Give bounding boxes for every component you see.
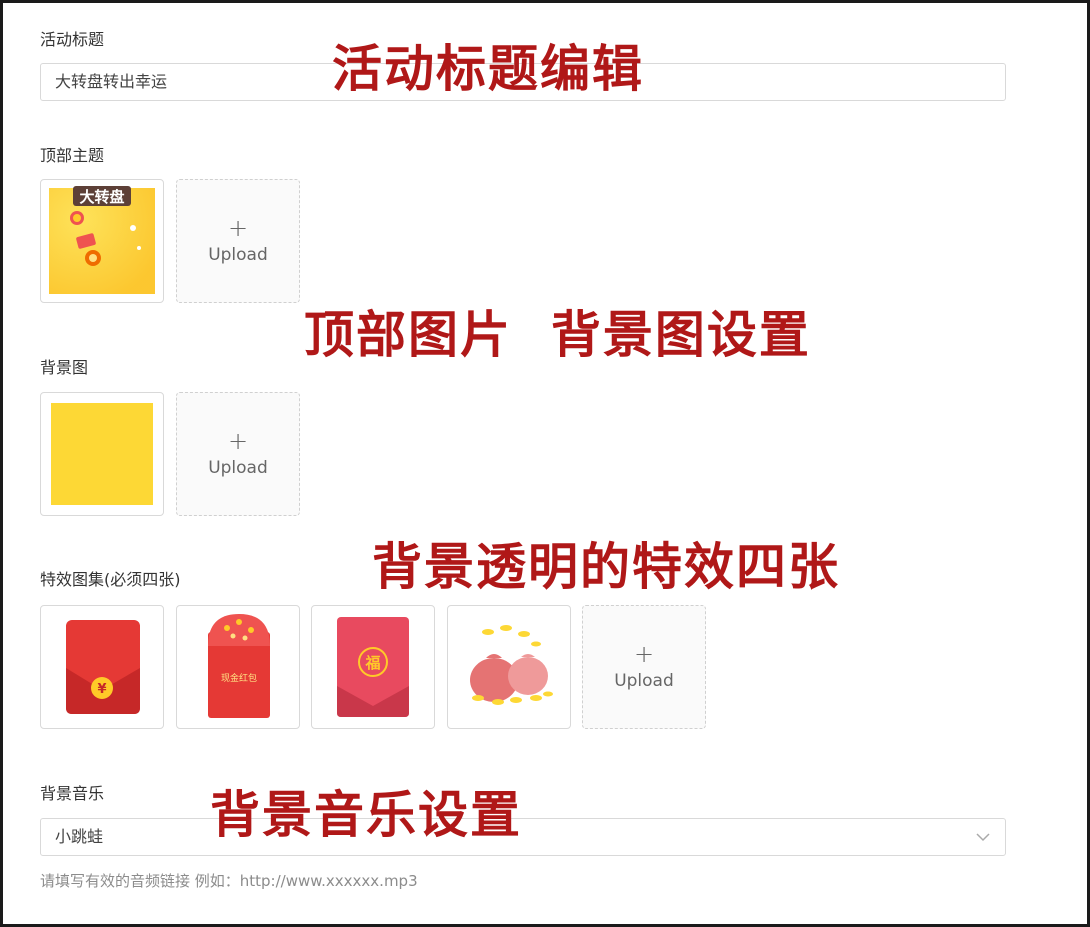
plus-icon: + [227, 214, 249, 242]
background-image-upload-label: Upload [208, 458, 268, 478]
music-label: 背景音乐 [40, 784, 105, 803]
background-image-thumbnail[interactable] [40, 392, 164, 516]
top-theme-logo-text: 大转盘 [79, 188, 124, 206]
red-envelope-yen-image: ¥ [66, 620, 140, 714]
yen-symbol: ¥ [97, 682, 106, 697]
plus-icon: + [633, 640, 655, 668]
activity-title-label: 活动标题 [40, 30, 105, 49]
music-hint: 请填写有效的音频链接 例如：http://www.xxxxxx.mp3 [40, 872, 418, 890]
top-theme-upload-button[interactable]: + Upload [176, 179, 300, 303]
red-envelope-fu-image: 福 [337, 617, 409, 717]
effects-upload-button[interactable]: + Upload [582, 605, 706, 729]
background-image-swatch [51, 403, 153, 505]
effects-label: 特效图集(必须四张) [40, 570, 181, 589]
background-image-upload-button[interactable]: + Upload [176, 392, 300, 516]
top-theme-upload-label: Upload [208, 245, 268, 265]
annotation-title-edit: 活动标题编辑 [332, 40, 644, 98]
red-envelope-cash-image: 现金红包 [208, 614, 270, 718]
money-bags-image [470, 625, 553, 705]
music-select[interactable]: 小跳蛙 [40, 818, 1006, 856]
annotation-top-and-bg: 顶部图片 背景图设置 [304, 306, 811, 364]
effects-upload-label: Upload [614, 671, 674, 691]
effect-thumbnail-1[interactable]: ¥ [40, 605, 164, 729]
top-theme-image: 大转盘 [49, 186, 155, 294]
effect-thumbnail-3[interactable]: 福 [311, 605, 435, 729]
top-theme-thumbnail[interactable]: 大转盘 [40, 179, 164, 303]
plus-icon: + [227, 427, 249, 455]
annotation-effects: 背景透明的特效四张 [372, 538, 840, 596]
top-theme-label: 顶部主题 [40, 146, 105, 165]
cash-envelope-text: 现金红包 [221, 672, 257, 684]
background-image-label: 背景图 [40, 358, 89, 377]
annotation-music: 背景音乐设置 [210, 786, 522, 844]
effect-thumbnail-4[interactable] [447, 605, 571, 729]
effect-thumbnail-2[interactable]: 现金红包 [176, 605, 300, 729]
music-select-value: 小跳蛙 [55, 827, 104, 846]
chevron-down-icon [975, 819, 991, 869]
fu-character: 福 [364, 654, 380, 672]
